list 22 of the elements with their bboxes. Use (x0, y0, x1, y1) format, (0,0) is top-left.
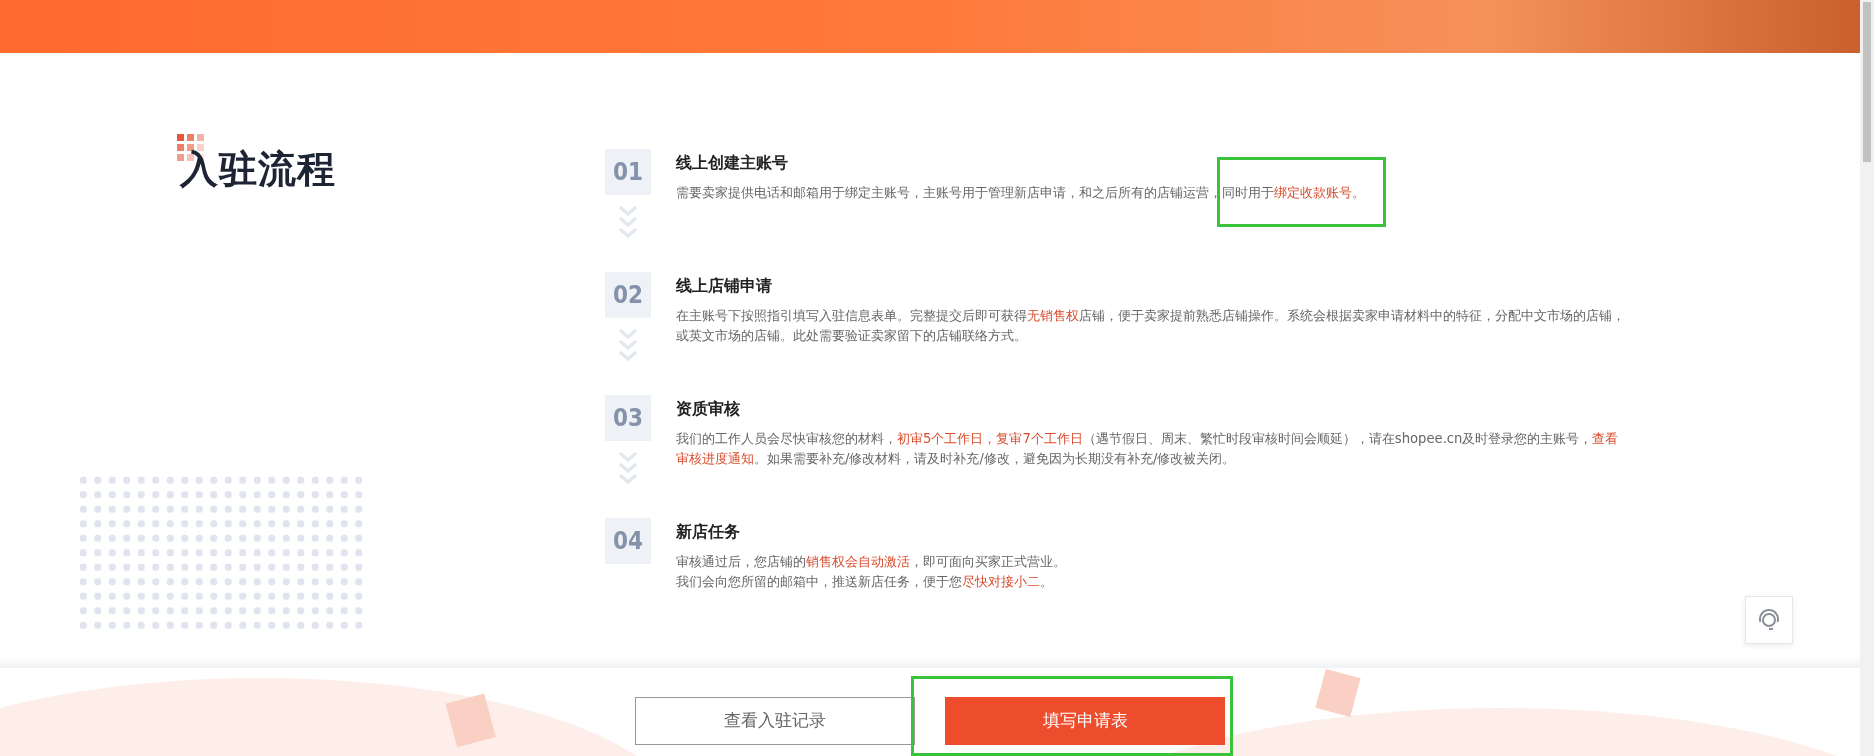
step-number: 04 (605, 518, 651, 564)
chevron-down-icon (616, 328, 640, 364)
step-number: 03 (605, 395, 651, 441)
step-description: 我们会向您所留的邮箱中，推送新店任务，便于您尽快对接小二。 (676, 573, 1054, 591)
step-number: 02 (605, 272, 651, 318)
step-description: 需要卖家提供电话和邮箱用于绑定主账号，主账号用于管理新店申请，和之后所有的店铺运营，同时用于绑定收款账号。 (676, 184, 1366, 202)
step-title: 线上创建主账号 (676, 152, 789, 174)
step-description: 审核通过后，您店铺的销售权会自动激活，即可面向买家正式营业。 (676, 553, 1067, 571)
step-description: 我们的工作人员会尽快审核您的材料，初审5个工作日，复审7个工作日（遇节假日、周末、繁忙时段审核时间会顺延），请在shopee.cn及时登录您的主账号，查看审核进度通知。如果需要补充/修改材料，请及时补充/修改，避免因为长期没有补充/修改被关闭。 (676, 430, 1620, 468)
step-title: 线上店铺申请 (676, 275, 773, 297)
chevron-down-icon (616, 205, 640, 241)
scrollbar[interactable] (1860, 0, 1874, 756)
headset-icon (1757, 608, 1781, 632)
section-title: 入驻流程 (180, 147, 336, 191)
apply-button[interactable]: 填写申请表 (945, 697, 1225, 745)
step-number: 01 (605, 149, 651, 195)
step-description: 在主账号下按照指引填写入驻信息表单。完整提交后即可获得无销售权店铺，便于卖家提前熟悉店铺操作。系统会根据卖家申请材料中的特征，分配中文市场的店铺，或英文市场的店铺。此处需要验证卖家留下的店铺联络方式。 (676, 307, 1626, 345)
step-title: 资质审核 (676, 398, 741, 420)
chevron-down-icon (616, 451, 640, 487)
step-title: 新店任务 (676, 521, 741, 543)
records-button[interactable]: 查看入驻记录 (635, 697, 915, 745)
customer-service-button[interactable] (1745, 596, 1793, 644)
